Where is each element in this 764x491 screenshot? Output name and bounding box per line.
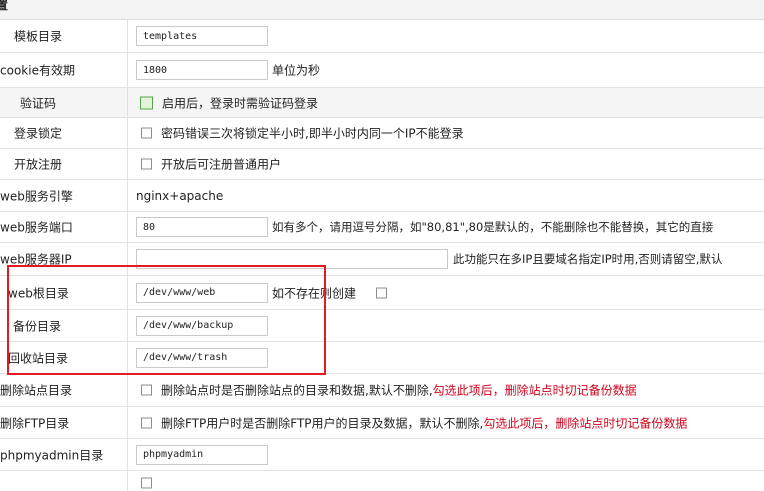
web-ip-input[interactable] [136, 249, 448, 269]
template-dir-label: 模板目录 [14, 29, 63, 44]
captcha-checkbox[interactable] [140, 96, 153, 109]
row-template-dir: 模板目录 [0, 20, 764, 53]
partial-row-checkbox[interactable] [141, 477, 152, 489]
delete-site-dir-label: 删除站点目录 [0, 383, 73, 398]
web-port-hint: 如有多个，请用逗号分隔，如"80,81",80是默认的，不能删除也不能替换，其它… [272, 220, 714, 234]
web-ip-hint: 此功能只在多IP且要域名指定IP时用,否则请留空,默认 [453, 252, 723, 266]
open-register-checkbox[interactable] [141, 158, 152, 170]
row-partial [0, 471, 764, 491]
web-engine-label: web服务引擎 [0, 189, 73, 203]
row-web-root: web根目录 如不存在则创建 [0, 276, 764, 310]
backup-dir-label: 备份目录 [13, 319, 62, 333]
settings-page: 置 模板目录 cookie有效期 单位为秒 验证码 启用后，登录时需验证码登录 … [0, 0, 764, 491]
web-port-input[interactable] [136, 217, 268, 237]
delete-ftp-dir-label: 删除FTP目录 [0, 416, 70, 430]
row-web-port: web服务端口 如有多个，请用逗号分隔，如"80,81",80是默认的，不能删除… [0, 212, 764, 243]
delete-ftp-dir-desc: 删除FTP用户时是否删除FTP用户的目录及数据，默认不删除,勾选此项后，删除站点… [161, 414, 687, 431]
web-ip-label: web服务器IP [0, 252, 72, 267]
cookie-label: cookie有效期 [0, 63, 75, 78]
delete-ftp-dir-checkbox[interactable] [141, 417, 152, 428]
open-register-desc: 开放后可注册普通用户 [161, 157, 282, 172]
row-backup-dir: 备份目录 [0, 310, 764, 342]
cookie-unit: 单位为秒 [272, 63, 321, 78]
open-register-label: 开放注册 [14, 157, 63, 172]
web-engine-value: nginx+apache [136, 188, 224, 203]
section-header: 置 [0, 0, 764, 20]
delete-site-dir-warning: 勾选此项后，删除站点时切记备份数据 [432, 383, 637, 398]
row-login-lock: 登录锁定 密码错误三次将锁定半小时,即半小时内同一个IP不能登录 [0, 118, 764, 149]
phpmyadmin-dir-input[interactable] [136, 444, 268, 465]
web-port-label: web服务端口 [0, 220, 73, 235]
row-web-ip: web服务器IP 此功能只在多IP且要域名指定IP时用,否则请留空,默认 [0, 243, 764, 276]
section-title: 置 [0, 0, 9, 12]
web-root-hint: 如不存在则创建 [272, 286, 357, 300]
delete-ftp-dir-warning: 勾选此项后，删除站点时切记备份数据 [483, 416, 688, 430]
web-root-input[interactable] [136, 282, 268, 303]
captcha-desc: 启用后，登录时需验证码登录 [162, 96, 319, 110]
row-phpmyadmin-dir: phpmyadmin目录 [0, 439, 764, 471]
cookie-input[interactable] [136, 60, 268, 80]
template-dir-input[interactable] [136, 26, 268, 46]
delete-site-dir-desc-text: 删除站点时是否删除站点的目录和数据,默认不删除, [161, 383, 433, 398]
web-root-label: web根目录 [8, 286, 69, 300]
delete-site-dir-checkbox[interactable] [141, 384, 152, 396]
backup-dir-input[interactable] [136, 315, 268, 336]
row-trash-dir: 回收站目录 [0, 342, 764, 374]
row-cookie: cookie有效期 单位为秒 [0, 53, 764, 88]
captcha-label: 验证码 [20, 96, 57, 110]
delete-site-dir-desc: 删除站点时是否删除站点的目录和数据,默认不删除,勾选此项后，删除站点时切记备份数… [161, 382, 637, 399]
delete-ftp-dir-desc-text: 删除FTP用户时是否删除FTP用户的目录及数据，默认不删除, [161, 416, 484, 430]
row-captcha: 验证码 启用后，登录时需验证码登录 [0, 88, 764, 118]
row-delete-site-dir: 删除站点目录 删除站点时是否删除站点的目录和数据,默认不删除,勾选此项后，删除站… [0, 374, 764, 407]
phpmyadmin-dir-label: phpmyadmin目录 [0, 448, 104, 462]
trash-dir-input[interactable] [136, 347, 268, 368]
login-lock-desc: 密码错误三次将锁定半小时,即半小时内同一个IP不能登录 [161, 126, 464, 141]
row-open-register: 开放注册 开放后可注册普通用户 [0, 149, 764, 180]
trash-dir-label: 回收站目录 [8, 351, 69, 365]
row-delete-ftp-dir: 删除FTP目录 删除FTP用户时是否删除FTP用户的目录及数据，默认不删除,勾选… [0, 407, 764, 439]
web-root-create-checkbox[interactable] [376, 287, 387, 298]
row-web-engine: web服务引擎 nginx+apache [0, 180, 764, 212]
login-lock-label: 登录锁定 [14, 126, 63, 141]
login-lock-checkbox[interactable] [141, 127, 152, 139]
